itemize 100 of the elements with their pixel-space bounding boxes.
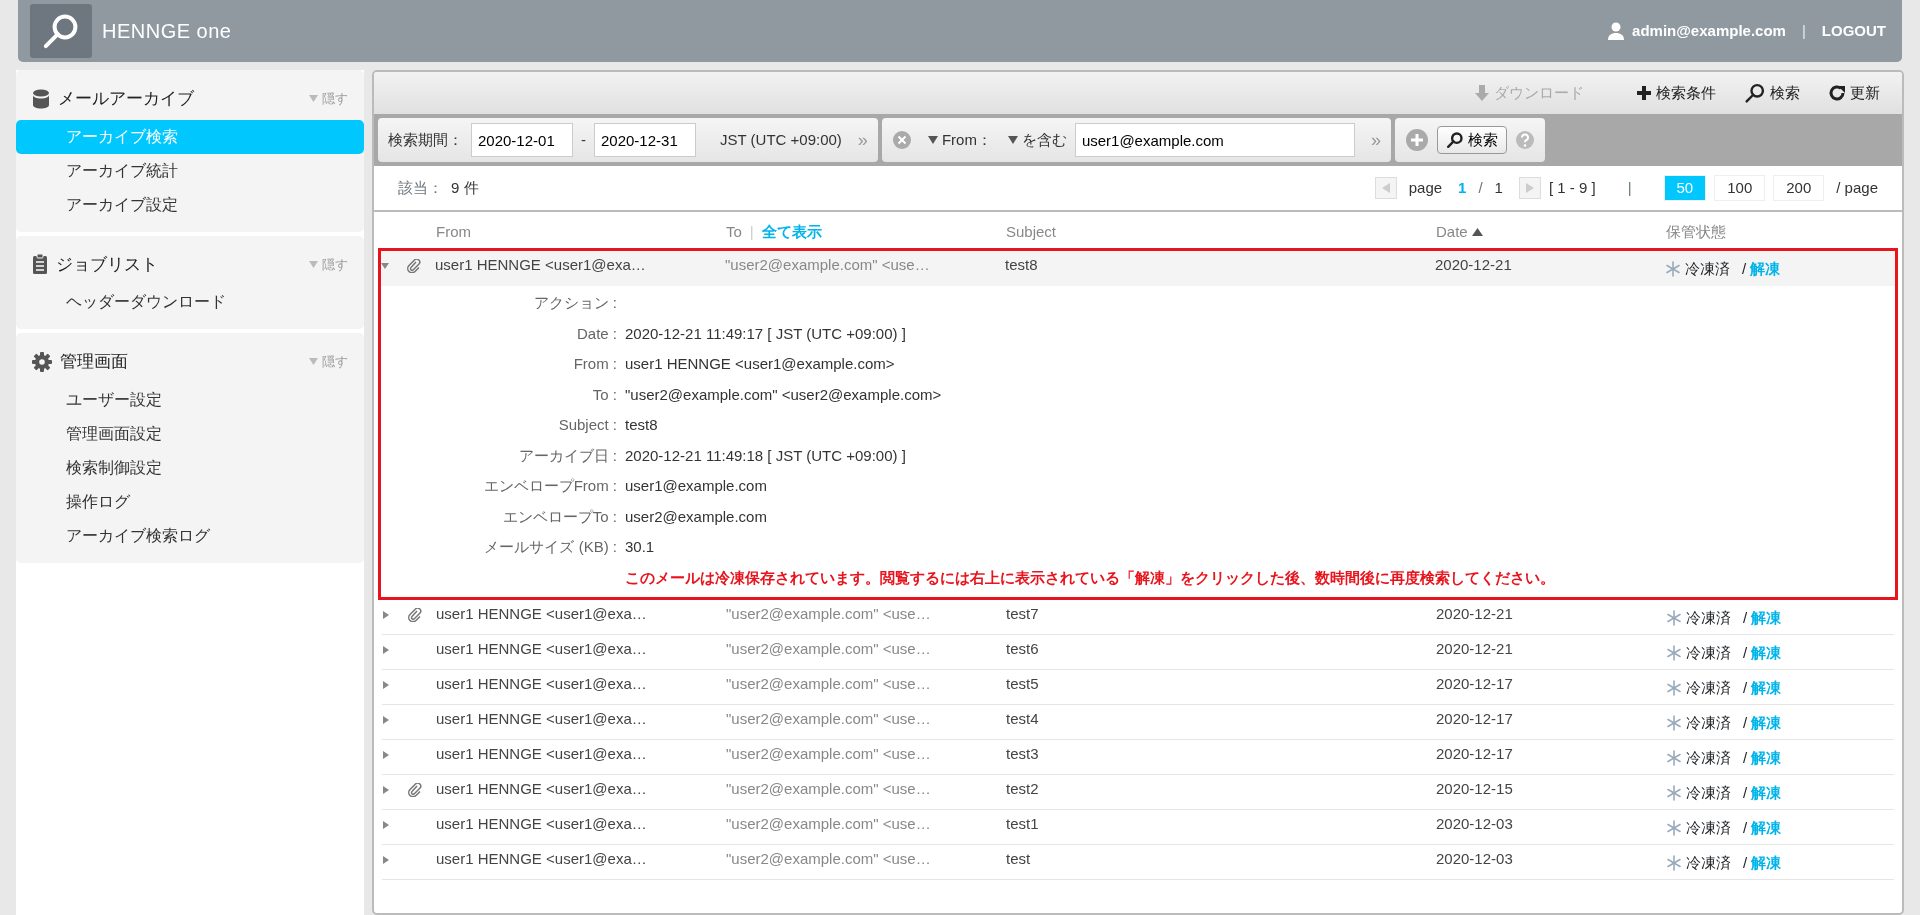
search-value-field[interactable]: user1@example.com (1074, 123, 1355, 157)
triangle-right-icon (382, 821, 390, 829)
table-row[interactable]: user1 HENNGE <user1@exa… "user2@example.com" <use… test1 2020-12-03 冷凍済 / 解凍 (382, 810, 1894, 845)
refresh-icon (1828, 84, 1846, 102)
table-cell-text: test8 (1005, 255, 1039, 275)
user-icon (1608, 22, 1625, 40)
status-separator: / (1743, 608, 1748, 628)
result-label: 該当： (398, 177, 443, 198)
table-cell-text: user1 HENNGE <user1@exa… (436, 604, 648, 624)
sidebar-item[interactable]: 管理画面設定 (16, 416, 364, 451)
table-cell-text: test6 (1006, 639, 1040, 659)
table-cell-text: test3 (1006, 744, 1040, 764)
sidebar-item[interactable]: 検索制御設定 (16, 450, 364, 485)
sidebar-item[interactable]: アーカイブ統計 (16, 153, 364, 188)
detail-label: アクション : (532, 293, 617, 313)
detail-value: 2020-12-21 11:49:17 [ JST (UTC +09:00) ] (625, 323, 907, 344)
date-field[interactable]: 2020-12-31 (594, 123, 696, 157)
triangle-right-icon (382, 751, 390, 759)
triangle-right-icon (382, 646, 390, 654)
status-text: 冷凍済 (1686, 643, 1731, 663)
toolbar-button[interactable]: 検索条件 (1622, 81, 1730, 105)
status-separator: / (1743, 713, 1748, 733)
prev-page-button[interactable] (1374, 177, 1397, 199)
notice-text: このメールは冷凍保存されています。閲覧するには右上に表示されている「解凍」をクリックした後、数時間後に再度検索してください。 (625, 567, 1556, 588)
sidebar-item[interactable]: ユーザー設定 (16, 382, 364, 417)
table-cell-text: test5 (1006, 674, 1040, 694)
triangle-down-icon (381, 262, 389, 270)
table-row[interactable]: user1 HENNGE <user1@exa… "user2@example.com" <use… test8 2020-12-21 冷凍済 / 解凍 (381, 251, 1895, 286)
table-cell-text: 2020-12-15 (1436, 779, 1514, 799)
field-dropdown[interactable]: From： (927, 128, 992, 152)
search-button[interactable]: 検索 (1436, 125, 1507, 155)
database-icon (32, 88, 50, 109)
status-text: 冷凍済 (1686, 853, 1731, 873)
detail-value: 30.1 (625, 537, 656, 557)
column-header[interactable]: Subject (1006, 220, 1436, 244)
snowflake-icon (1666, 715, 1682, 732)
toolbar-button[interactable]: 更新 (1814, 81, 1894, 105)
table-cell-text: test4 (1006, 709, 1040, 729)
table-row[interactable]: user1 HENNGE <user1@exa… "user2@example.com" <use… test4 2020-12-17 冷凍済 / 解凍 (382, 705, 1894, 740)
triangle-right-icon (1525, 183, 1534, 193)
table-cell-text: test2 (1006, 779, 1040, 799)
toolbar-button[interactable]: 検索 (1730, 81, 1814, 105)
detail-value: "user2@example.com" <user2@example.com> (625, 384, 943, 405)
table-cell-text: test (1006, 849, 1032, 869)
snowflake-icon (1666, 785, 1682, 802)
table-row[interactable]: user1 HENNGE <user1@exa… "user2@example.com" <use… test6 2020-12-21 冷凍済 / 解凍 (382, 635, 1894, 670)
table-row[interactable]: user1 HENNGE <user1@exa… "user2@example.com" <use… test3 2020-12-17 冷凍済 / 解凍 (382, 740, 1894, 775)
table-row[interactable]: user1 HENNGE <user1@exa… "user2@example.com" <use… test5 2020-12-17 冷凍済 / 解凍 (382, 670, 1894, 705)
table-cell-text: 2020-12-17 (1436, 744, 1514, 764)
table-row[interactable]: user1 HENNGE <user1@exa… "user2@example.com" <use… test 2020-12-03 冷凍済 / 解凍 (382, 845, 1894, 880)
triangle-down-icon (309, 358, 318, 366)
table-cell-text: "user2@example.com" <use… (726, 814, 932, 834)
column-header[interactable]: From (436, 220, 726, 244)
detail-value: user1@example.com (625, 476, 768, 496)
table-cell-text: "user2@example.com" <use… (726, 709, 932, 729)
table-cell-text: "user2@example.com" <use… (726, 674, 932, 694)
snowflake-icon (1666, 750, 1682, 767)
detail-label: From : (572, 354, 617, 374)
table-row[interactable]: user1 HENNGE <user1@exa… "user2@example.com" <use… test7 2020-12-21 冷凍済 / 解凍 (382, 600, 1894, 635)
table-cell-text: 2020-12-03 (1436, 849, 1514, 869)
table-cell-text: "user2@example.com" <use… (726, 604, 932, 624)
sidebar-item[interactable]: ヘッダーダウンロード (16, 285, 364, 319)
column-header[interactable]: Date (1436, 220, 1666, 244)
status-separator: / (1743, 678, 1748, 698)
table-cell-text: user1 HENNGE <user1@exa… (436, 709, 648, 729)
total-pages: 1 (1494, 177, 1503, 198)
per-page-label: / page (1836, 177, 1878, 198)
triangle-down-icon (309, 95, 318, 103)
brand-name: HENNGE one (102, 19, 232, 44)
table-cell-text: user1 HENNGE <user1@exa… (436, 814, 648, 834)
operator-dropdown[interactable]: を含む (1007, 128, 1067, 152)
column-header[interactable]: To (726, 220, 742, 244)
field-label: 検索期間： (388, 129, 463, 150)
sidebar-item[interactable]: 操作ログ (16, 484, 364, 519)
per-page-option[interactable]: 200 (1773, 174, 1825, 202)
sidebar-item[interactable]: アーカイブ設定 (16, 187, 364, 222)
table-cell-text: "user2@example.com" <use… (725, 255, 931, 275)
divider-text: | (749, 221, 754, 242)
sidebar-item[interactable]: アーカイブ検索ログ (16, 518, 364, 553)
per-page-option[interactable]: 100 (1714, 174, 1766, 202)
gear-icon (32, 351, 52, 372)
triangle-right-icon (382, 716, 390, 724)
table-cell-text: 2020-12-17 (1436, 674, 1514, 694)
detail-value: test8 (625, 415, 659, 435)
next-page-button[interactable] (1518, 177, 1541, 199)
column-header[interactable]: 保管状態 (1666, 220, 1894, 244)
snowflake-icon (1666, 645, 1682, 662)
detail-label: Subject : (557, 415, 617, 435)
table-row[interactable]: user1 HENNGE <user1@exa… "user2@example.com" <use… test2 2020-12-15 冷凍済 / 解凍 (382, 775, 1894, 810)
triangle-left-icon (1381, 183, 1390, 193)
table-cell-text: 2020-12-03 (1436, 814, 1514, 834)
status-text: 冷凍済 (1686, 748, 1731, 768)
clipboard-icon (32, 253, 48, 276)
snowflake-icon (1665, 261, 1681, 278)
detail-label: To : (591, 384, 617, 405)
table-cell-text: user1 HENNGE <user1@exa… (436, 779, 648, 799)
date-field[interactable]: 2020-12-01 (471, 123, 573, 157)
page-separator: / (1478, 177, 1483, 198)
table-cell-text: test1 (1006, 814, 1040, 834)
triangle-down-icon (927, 136, 938, 144)
